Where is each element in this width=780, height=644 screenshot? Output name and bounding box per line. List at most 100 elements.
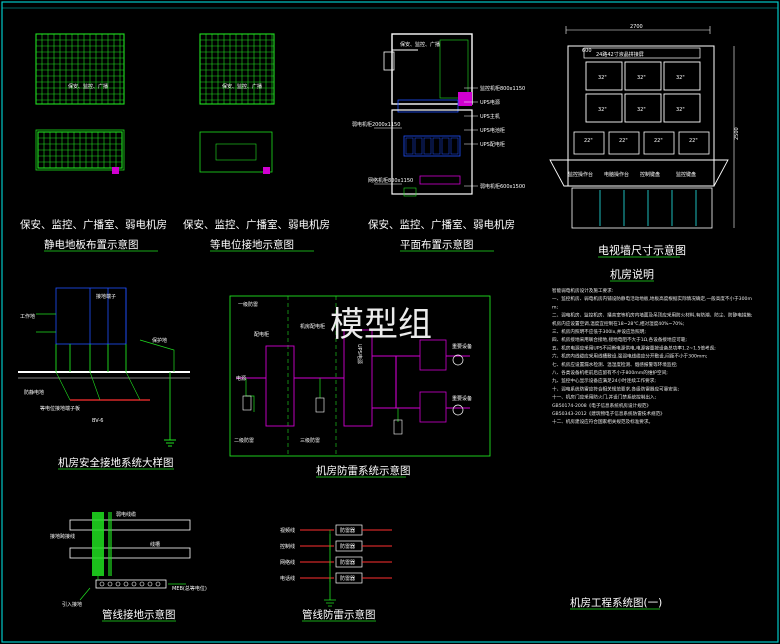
callout-label-right: UPS配电柜 bbox=[480, 141, 505, 148]
surge-lines: 视频线 防雷器控制线 防雷器网络线 防雷器电话线 防雷器 bbox=[280, 524, 392, 584]
callout-label-right: UPS电池柜 bbox=[480, 127, 505, 134]
lightning-label: 三级防雷 bbox=[300, 437, 320, 444]
floorplan-panel: 保安、监控、广播 监控机柜800x1150 UPS电源 UPS主机 UPS电池柜 UPS… bbox=[352, 33, 525, 252]
console-labels: 监控操作台 电脑操作台 控制键盘 监控键盘 bbox=[568, 171, 696, 178]
equipment-node bbox=[452, 404, 464, 416]
room-label: 保安、监控、广播 bbox=[222, 83, 262, 90]
cad-drawing-canvas: 保安、监控、广播 保安、监控、广播室、弱电机房 静电地板布置示意图 保安、监控、… bbox=[0, 0, 780, 644]
description-line: 智能弱电机房设计及施工要求: bbox=[552, 287, 614, 294]
description-footer: 机房工程系统图(一) bbox=[570, 596, 662, 609]
callout-label-left: 弱电机柜2000x1150 bbox=[352, 121, 400, 128]
callout-label-left: 网络机柜800x1150 bbox=[368, 177, 413, 184]
equipotential-inner bbox=[215, 143, 257, 161]
meb-terminals bbox=[99, 581, 161, 587]
rack-unit bbox=[432, 137, 441, 155]
lightning-title: 机房防雷系统示意图 bbox=[316, 464, 411, 477]
console-body bbox=[571, 187, 713, 229]
callout-label-right: 监控机柜800x1150 bbox=[480, 85, 525, 92]
cable-tray bbox=[69, 547, 191, 559]
small-screen-label: 22" bbox=[654, 138, 663, 144]
description-line: GB50343-2012《建筑物电子信息系统防雷技术规范》 bbox=[552, 410, 665, 417]
antistatic-title2: 静电地板布置示意图 bbox=[44, 238, 139, 251]
ground-marker bbox=[263, 167, 270, 174]
small-screen-label: 22" bbox=[689, 138, 698, 144]
antistatic-floor-panel: 保安、监控、广播 保安、监控、广播室、弱电机房 静电地板布置示意图 bbox=[20, 33, 167, 252]
screen-label: 32" bbox=[637, 107, 646, 113]
dim-sub: 600 bbox=[582, 48, 592, 54]
surge-line-label: 控制线 bbox=[280, 543, 295, 550]
callout-label-right: 弱电机柜600x1500 bbox=[480, 183, 525, 190]
rack-row-units bbox=[405, 137, 459, 155]
surge-device-label: 防雷器 bbox=[340, 559, 355, 566]
pipeground-title: 管线接地示意图 bbox=[102, 608, 176, 621]
meb-bar bbox=[95, 579, 167, 589]
console-label: 监控键盘 bbox=[676, 171, 696, 178]
lightning-label: 配电柜 bbox=[254, 331, 269, 338]
cable-tray bbox=[69, 519, 191, 531]
dim-right: 2500 bbox=[734, 127, 740, 140]
lightning-label: 重要设备 bbox=[452, 343, 472, 350]
description-title: 机房说明 bbox=[610, 267, 654, 281]
console-label: 监控操作台 bbox=[568, 171, 593, 178]
equipotential-small-plan bbox=[199, 131, 273, 173]
description-line: 七、机房应设置漏水检测、温湿度检测、烟感报警等环境监控; bbox=[552, 361, 678, 368]
floorplan-title2: 平面布置示意图 bbox=[400, 238, 474, 251]
lightning-label: 二级防雷 bbox=[234, 437, 254, 444]
screen-grid: 32" 32" 32" 32" 32" 32" bbox=[585, 61, 701, 123]
floorplan-title1: 保安、监控、广播室、弱电机房 bbox=[368, 218, 515, 231]
rack-unit bbox=[450, 137, 459, 155]
earth-symbol bbox=[164, 372, 176, 447]
ground-drops bbox=[55, 344, 127, 372]
pipe-label: 线槽 bbox=[150, 541, 160, 548]
ground-label: 接地端子 bbox=[96, 293, 116, 300]
room-label: 保安、监控、广播 bbox=[400, 41, 440, 48]
description-line: 十二、机房建设应符合国家相关规范及标准要求。 bbox=[552, 418, 653, 425]
description-line: 三、机房内照明不应低于300lx,并设应急照明; bbox=[552, 328, 646, 335]
meb-terminal bbox=[139, 581, 145, 587]
equipotential-panel: 保安、监控、广播 保安、监控、广播室、弱电机房 等电位接地示意图 bbox=[183, 33, 330, 252]
cable-bundle bbox=[92, 512, 104, 576]
ground-label: 保护地 bbox=[152, 337, 167, 344]
rack-area bbox=[439, 39, 469, 99]
surge-device bbox=[242, 395, 252, 411]
meb-terminal bbox=[115, 581, 121, 587]
floor-marker bbox=[112, 167, 119, 174]
surge-taps bbox=[245, 378, 399, 422]
description-line: 九、监控中心显示设备应满足24小时连续工作要求; bbox=[552, 377, 656, 384]
screen-label: 32" bbox=[676, 75, 685, 81]
pipe-label: MEB(总等电位) bbox=[172, 585, 207, 592]
surge-device-label: 防雷器 bbox=[340, 527, 355, 534]
console-label: 控制键盘 bbox=[640, 171, 660, 178]
meb-terminal bbox=[147, 581, 153, 587]
small-screen-row: 22" 22" 22" 22" bbox=[573, 131, 710, 155]
description-lines: 智能弱电机房设计及施工要求:一、监控机房、弱电机房内铺设防静电活动地板,地板高度… bbox=[552, 287, 753, 425]
surge-line-label: 视频线 bbox=[280, 527, 295, 534]
surge-device-label: 防雷器 bbox=[340, 543, 355, 550]
rack-unit bbox=[414, 137, 423, 155]
lightning-label: 重要设备 bbox=[452, 395, 472, 402]
floor-grid-small bbox=[37, 131, 123, 169]
ground-label: BV-6 bbox=[92, 418, 103, 424]
meb-terminal bbox=[123, 581, 129, 587]
rack-row bbox=[403, 135, 461, 157]
rack-magenta bbox=[458, 92, 472, 106]
dim-top: 2700 bbox=[630, 24, 643, 30]
callout-label-right: UPS主机 bbox=[480, 113, 500, 120]
callouts-right: 监控机柜800x1150 UPS电源 UPS主机 UPS电池柜 UPS配电柜弱电机柜60… bbox=[464, 85, 525, 190]
screen-label: 32" bbox=[676, 107, 685, 113]
grounding-title: 机房安全接地系统大样图 bbox=[58, 456, 174, 469]
cable-bundle bbox=[108, 512, 112, 576]
description-line: 机房内应设置空调,温度宜控制在18~28℃,相对湿度40%~70%; bbox=[552, 320, 685, 327]
surge-device bbox=[315, 397, 325, 413]
lightning-label: 机房配电柜 bbox=[300, 323, 325, 330]
equipotential-title1: 保安、监控、广播室、弱电机房 bbox=[183, 218, 330, 231]
meb-terminal bbox=[107, 581, 113, 587]
surge-line-label: 电话线 bbox=[280, 575, 295, 582]
description-line: GB50174-2008《电子信息系统机房设计规范》 bbox=[552, 402, 651, 409]
description-line: 二、弱电机房、监控机房、播音室等机房内墙面及吊顶应采用防火材料,有防潮、防尘、防… bbox=[552, 312, 753, 319]
antistatic-title1: 保安、监控、广播室、弱电机房 bbox=[20, 218, 167, 231]
rack-unit bbox=[405, 137, 414, 155]
description-panel: 机房说明 智能弱电机房设计及施工要求:一、监控机房、弱电机房内铺设防静电活动地板… bbox=[552, 267, 753, 610]
room-label: 保安、监控、广播 bbox=[68, 83, 108, 90]
grid-border bbox=[199, 33, 275, 105]
